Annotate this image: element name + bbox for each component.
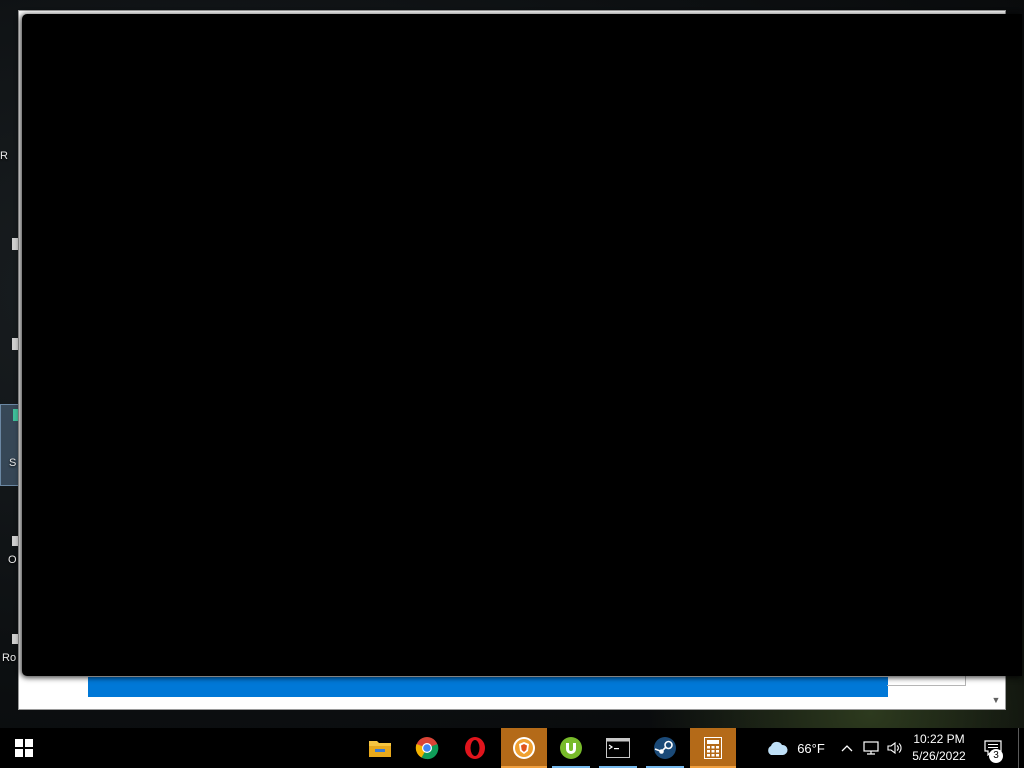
desktop-icon-5[interactable]: O bbox=[0, 536, 18, 572]
opera-icon bbox=[465, 737, 485, 759]
start-button[interactable] bbox=[0, 728, 48, 768]
chevron-up-icon bbox=[841, 745, 853, 752]
volume-button[interactable] bbox=[884, 728, 906, 768]
steam-icon bbox=[654, 737, 676, 759]
clock-date: 5/26/2022 bbox=[912, 749, 966, 763]
network-icon bbox=[863, 741, 879, 755]
show-desktop-button[interactable] bbox=[1018, 728, 1019, 768]
show-hidden-icons-button[interactable] bbox=[836, 728, 858, 768]
cloud-icon bbox=[768, 741, 788, 755]
calculator-icon bbox=[704, 737, 722, 759]
taskbar-file-explorer[interactable] bbox=[357, 728, 403, 768]
speaker-icon bbox=[887, 741, 902, 755]
progress-bar bbox=[88, 677, 888, 697]
action-center-button[interactable]: 3 bbox=[978, 728, 1014, 768]
foreground-black-window[interactable] bbox=[22, 14, 1022, 676]
desktop-icon-4[interactable]: S bbox=[0, 404, 20, 486]
taskbar-chrome[interactable] bbox=[404, 728, 450, 768]
clock[interactable]: 10:22 PM 5/26/2022 bbox=[906, 728, 972, 768]
weather-widget[interactable]: 66°F bbox=[760, 728, 830, 768]
taskbar-utorrent[interactable] bbox=[548, 728, 594, 768]
network-button[interactable] bbox=[860, 728, 882, 768]
terminal-icon bbox=[606, 738, 630, 758]
taskbar-steam[interactable] bbox=[642, 728, 688, 768]
taskbar-opera[interactable] bbox=[452, 728, 498, 768]
utorrent-icon bbox=[560, 737, 582, 759]
desktop-icon-label: Ro bbox=[2, 652, 17, 664]
taskbar-brave[interactable] bbox=[501, 728, 547, 768]
taskbar: 66°F 10:22 PM 5/26/2022 3 bbox=[0, 728, 1024, 768]
desktop-icon-3[interactable] bbox=[0, 338, 18, 350]
desktop-icon-6[interactable]: Ro bbox=[0, 634, 18, 670]
desktop-icon-label: R bbox=[0, 150, 8, 162]
desktop-icon-label: O bbox=[8, 554, 17, 566]
weather-temperature: 66°F bbox=[797, 740, 825, 756]
clock-time: 10:22 PM bbox=[913, 732, 965, 746]
folder-icon bbox=[369, 741, 391, 757]
notification-badge: 3 bbox=[989, 749, 1003, 763]
desktop-icon-label: S bbox=[9, 457, 17, 469]
brave-icon bbox=[513, 737, 535, 759]
chrome-icon bbox=[415, 737, 439, 760]
taskbar-command-prompt[interactable] bbox=[595, 728, 641, 768]
desktop-icon-1[interactable]: R bbox=[0, 150, 18, 162]
windows-logo-icon bbox=[15, 739, 33, 757]
scroll-down-arrow-icon[interactable]: ▼ bbox=[989, 693, 1003, 707]
desktop-icon-2[interactable] bbox=[0, 238, 18, 250]
taskbar-calculator[interactable] bbox=[690, 728, 736, 768]
